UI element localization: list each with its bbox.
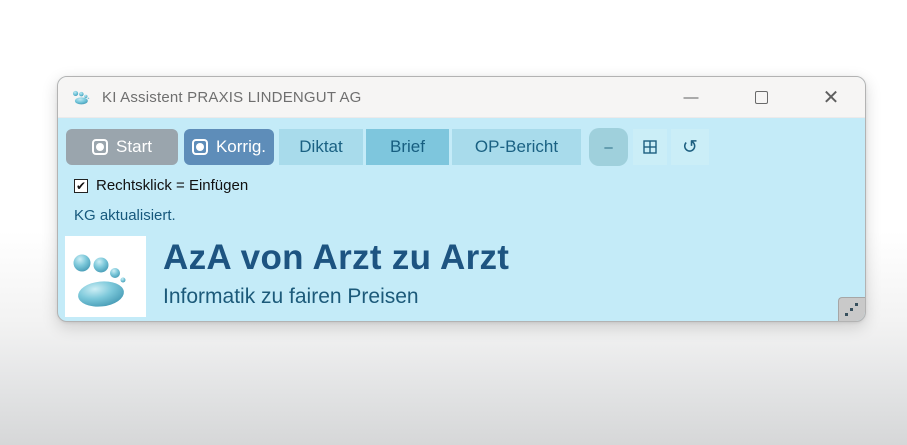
brand-text: AzA von Arzt zu Arzt Informatik zu faire… xyxy=(163,236,509,309)
toolbar: Start Korrig. Diktat Brief OP-Bericht – … xyxy=(66,128,865,166)
table-grid-button[interactable] xyxy=(633,129,667,165)
droplets-logo-image xyxy=(65,236,146,317)
refresh-button[interactable]: ↺ xyxy=(671,129,709,165)
window-controls: — ✕ xyxy=(643,81,853,113)
status-message: KG aktualisiert. xyxy=(74,207,865,224)
diktat-button[interactable]: Diktat xyxy=(279,129,363,165)
rechtsklick-checkbox[interactable]: ✔ xyxy=(74,179,88,193)
app-window: KI Assistent PRAXIS LINDENGUT AG — ✕ Sta… xyxy=(57,76,866,322)
window-title: KI Assistent PRAXIS LINDENGUT AG xyxy=(102,89,362,106)
aza-logo xyxy=(65,236,146,317)
start-button-label: Start xyxy=(116,137,152,157)
resize-grip[interactable] xyxy=(838,297,865,321)
korrig-button-label: Korrig. xyxy=(216,137,266,157)
table-grid-icon xyxy=(643,140,657,154)
brief-button[interactable]: Brief xyxy=(366,129,449,165)
minimize-icon: — xyxy=(684,89,699,106)
rechtsklick-option: ✔ Rechtsklick = Einfügen xyxy=(74,177,865,194)
diktat-button-label: Diktat xyxy=(299,137,342,157)
record-icon xyxy=(192,139,208,155)
maximize-button[interactable] xyxy=(739,81,783,113)
brand-heading: AzA von Arzt zu Arzt xyxy=(163,238,509,278)
grip-dot xyxy=(855,303,858,306)
app-droplets-icon xyxy=(71,88,93,106)
minimize-button[interactable]: — xyxy=(669,81,713,113)
op-bericht-button[interactable]: OP-Bericht xyxy=(452,129,581,165)
maximize-icon xyxy=(755,91,768,104)
op-bericht-button-label: OP-Bericht xyxy=(475,137,558,157)
collapse-button[interactable]: – xyxy=(589,128,628,166)
minus-icon: – xyxy=(604,139,612,156)
brand-subtitle: Informatik zu fairen Preisen xyxy=(163,285,509,309)
close-icon: ✕ xyxy=(823,85,840,110)
brand-area: AzA von Arzt zu Arzt Informatik zu faire… xyxy=(65,236,865,317)
checkmark-icon: ✔ xyxy=(76,180,86,192)
record-icon xyxy=(92,139,108,155)
close-button[interactable]: ✕ xyxy=(809,81,853,113)
start-button[interactable]: Start xyxy=(66,129,178,165)
grip-dot xyxy=(845,313,848,316)
brief-button-label: Brief xyxy=(390,137,425,157)
titlebar: KI Assistent PRAXIS LINDENGUT AG — ✕ xyxy=(58,77,865,118)
korrig-button[interactable]: Korrig. xyxy=(184,129,274,165)
grip-dot xyxy=(850,308,853,311)
rechtsklick-label: Rechtsklick = Einfügen xyxy=(96,177,248,194)
refresh-icon: ↺ xyxy=(682,136,698,159)
